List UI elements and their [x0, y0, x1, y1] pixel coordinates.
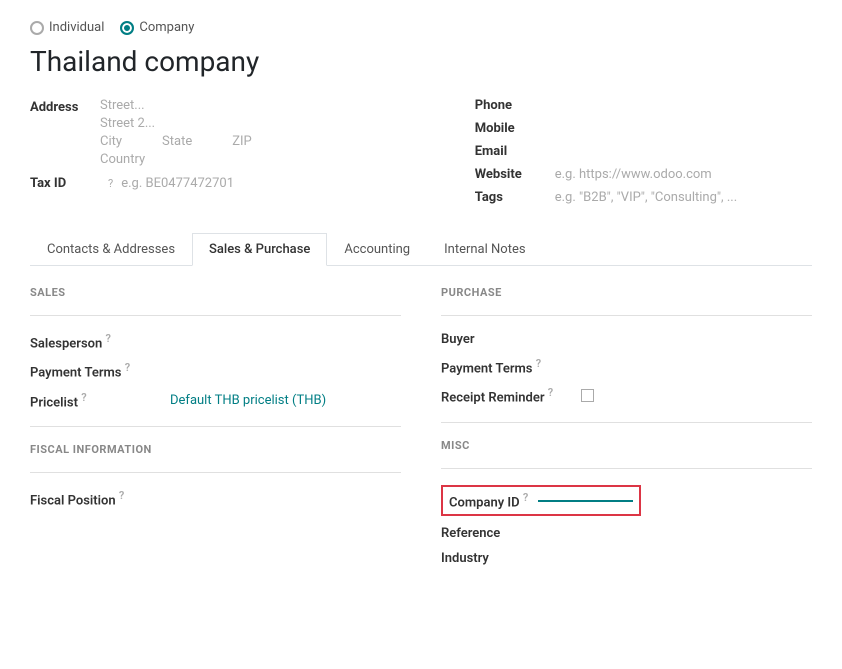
salesperson-field: Salesperson ? [30, 332, 401, 351]
company-id-field-row: Company ID ? [441, 485, 812, 516]
tab-accounting[interactable]: Accounting [327, 233, 427, 266]
contact-form: Address Street... Street 2... City State… [30, 98, 812, 213]
form-right: Phone Mobile Email Website e.g. https://… [475, 98, 812, 213]
taxid-field: Tax ID ? e.g. BE0477472701 [30, 176, 435, 191]
city-input[interactable]: City [100, 134, 122, 149]
mobile-field: Mobile [475, 121, 812, 136]
receipt-reminder-help-icon[interactable]: ? [548, 386, 553, 399]
pricelist-field: Pricelist ? Default THB pricelist (THB) [30, 391, 401, 410]
misc-divider-top [441, 422, 812, 423]
email-label: Email [475, 144, 555, 159]
payment-terms-sales-field: Payment Terms ? [30, 361, 401, 380]
form-left: Address Street... Street 2... City State… [30, 98, 435, 213]
website-field: Website e.g. https://www.odoo.com [475, 167, 812, 182]
fiscal-section-header: FISCAL INFORMATION [30, 443, 401, 456]
reference-label: Reference [441, 526, 581, 541]
company-label: Company [139, 20, 194, 35]
payment-terms-purchase-help-icon[interactable]: ? [536, 357, 541, 370]
street-input[interactable]: Street... [100, 98, 435, 113]
buyer-label: Buyer [441, 332, 581, 347]
company-radio[interactable] [120, 21, 134, 35]
tags-input[interactable]: e.g. "B2B", "VIP", "Consulting", ... [555, 190, 737, 205]
city-state-zip-row: City State ZIP [100, 134, 435, 149]
buyer-field: Buyer [441, 332, 812, 347]
state-input[interactable]: State [162, 134, 192, 149]
address-field-group: Address Street... Street 2... City State… [30, 98, 435, 170]
company-option[interactable]: Company [120, 20, 194, 35]
company-id-highlighted-box: Company ID ? [441, 485, 641, 516]
website-label: Website [475, 167, 555, 182]
taxid-input[interactable]: e.g. BE0477472701 [121, 176, 234, 191]
taxid-label: Tax ID [30, 176, 100, 191]
fiscal-position-help-icon[interactable]: ? [119, 489, 124, 502]
tab-contacts-addresses[interactable]: Contacts & Addresses [30, 233, 192, 266]
taxid-help-icon[interactable]: ? [108, 177, 113, 190]
fiscal-position-field: Fiscal Position ? [30, 489, 401, 508]
phone-label: Phone [475, 98, 555, 113]
page-title: Thailand company [30, 45, 812, 78]
individual-label: Individual [49, 20, 104, 35]
company-id-help-icon[interactable]: ? [523, 491, 528, 504]
receipt-reminder-field: Receipt Reminder ? [441, 386, 812, 405]
tags-field: Tags e.g. "B2B", "VIP", "Consulting", ..… [475, 190, 812, 205]
company-id-input[interactable] [538, 498, 633, 502]
phone-field: Phone [475, 98, 812, 113]
address-label: Address [30, 98, 100, 115]
salesperson-label: Salesperson ? [30, 332, 170, 351]
tabs-container: Contacts & Addresses Sales & Purchase Ac… [30, 233, 812, 266]
individual-option[interactable]: Individual [30, 20, 104, 35]
address-inputs: Street... Street 2... City State ZIP Cou… [100, 98, 435, 170]
payment-terms-purchase-field: Payment Terms ? [441, 357, 812, 376]
pricelist-value[interactable]: Default THB pricelist (THB) [170, 393, 326, 408]
content-left: SALES Salesperson ? Payment Terms ? Pric… [30, 286, 401, 576]
misc-section-header: MISC [441, 439, 812, 452]
country-input[interactable]: Country [100, 152, 435, 167]
purchase-divider [441, 315, 812, 316]
industry-label: Industry [441, 551, 581, 566]
fiscal-divider [30, 472, 401, 473]
company-id-label: Company ID ? [449, 491, 528, 510]
street2-input[interactable]: Street 2... [100, 116, 435, 131]
purchase-section-header: PURCHASE [441, 286, 812, 299]
payment-terms-sales-help-icon[interactable]: ? [125, 361, 130, 374]
website-input[interactable]: e.g. https://www.odoo.com [555, 167, 712, 182]
mobile-label: Mobile [475, 121, 555, 136]
fiscal-position-label: Fiscal Position ? [30, 489, 170, 508]
receipt-reminder-label: Receipt Reminder ? [441, 386, 581, 405]
sales-section-header: SALES [30, 286, 401, 299]
salesperson-help-icon[interactable]: ? [106, 332, 111, 345]
receipt-reminder-checkbox[interactable] [581, 389, 594, 402]
pricelist-label: Pricelist ? [30, 391, 170, 410]
industry-field: Industry [441, 551, 812, 566]
payment-terms-sales-label: Payment Terms ? [30, 361, 170, 380]
reference-field: Reference [441, 526, 812, 541]
tab-sales-purchase[interactable]: Sales & Purchase [192, 233, 327, 266]
tab-content: SALES Salesperson ? Payment Terms ? Pric… [30, 286, 812, 576]
email-field: Email [475, 144, 812, 159]
sales-divider [30, 315, 401, 316]
tab-internal-notes[interactable]: Internal Notes [427, 233, 542, 266]
fiscal-divider-top [30, 426, 401, 427]
tags-label: Tags [475, 190, 555, 205]
individual-radio[interactable] [30, 21, 44, 35]
pricelist-help-icon[interactable]: ? [81, 391, 86, 404]
payment-terms-purchase-label: Payment Terms ? [441, 357, 581, 376]
contact-type-selector: Individual Company [30, 20, 812, 35]
zip-input[interactable]: ZIP [232, 134, 252, 149]
misc-divider [441, 468, 812, 469]
content-right: PURCHASE Buyer Payment Terms ? Receipt R… [441, 286, 812, 576]
